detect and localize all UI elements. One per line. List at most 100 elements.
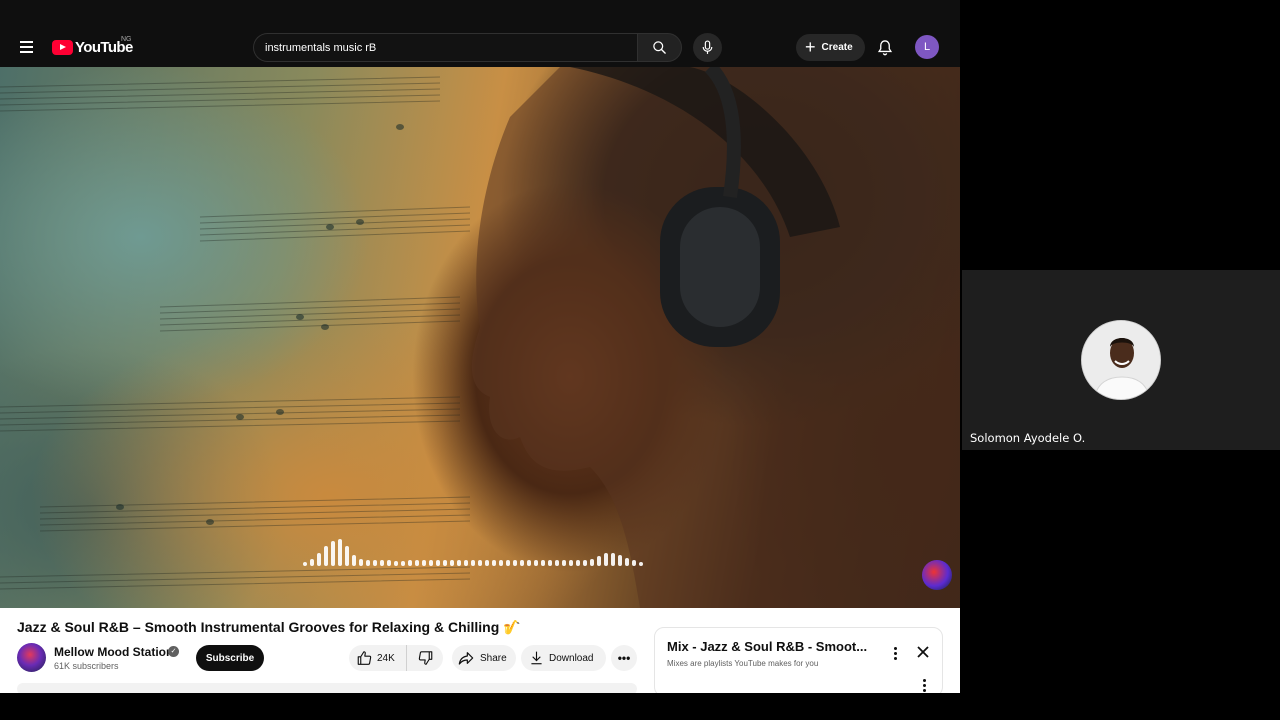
participant-name: Solomon Ayodele O. bbox=[970, 431, 1086, 445]
region-code: NG bbox=[121, 36, 132, 43]
visualizer-bar bbox=[380, 560, 384, 566]
visualizer-bar bbox=[492, 560, 496, 566]
visualizer-bar bbox=[450, 560, 454, 566]
mix-subtitle: Mixes are playlists YouTube makes for yo… bbox=[667, 659, 819, 668]
visualizer-bar bbox=[429, 560, 433, 566]
plus-icon: + bbox=[805, 36, 816, 57]
visualizer-bar bbox=[415, 560, 419, 566]
like-count: 24K bbox=[377, 652, 395, 664]
download-label: Download bbox=[549, 652, 594, 664]
visualizer-bar bbox=[471, 560, 475, 566]
participant-avatar bbox=[1081, 320, 1161, 400]
visualizer-bar bbox=[611, 553, 615, 566]
subscriber-count: 61K subscribers bbox=[54, 661, 119, 671]
visualizer-bar bbox=[352, 555, 356, 566]
visualizer-bar bbox=[513, 560, 517, 566]
visualizer-bar bbox=[408, 560, 412, 566]
visualizer-bar bbox=[569, 560, 573, 566]
visualizer-bar bbox=[443, 560, 447, 566]
visualizer-bar bbox=[625, 558, 629, 566]
thumbs-up-icon bbox=[357, 651, 372, 665]
search-button[interactable] bbox=[637, 33, 682, 62]
visualizer-bar bbox=[639, 562, 643, 566]
visualizer-bar bbox=[534, 560, 538, 566]
visualizer-bar bbox=[583, 560, 587, 566]
share-label: Share bbox=[480, 652, 507, 664]
microphone-icon bbox=[702, 40, 713, 54]
menu-icon[interactable] bbox=[12, 33, 40, 61]
create-label: Create bbox=[821, 42, 853, 53]
visualizer-bar bbox=[331, 541, 335, 566]
audio-visualizer bbox=[303, 536, 643, 566]
visualizer-bar bbox=[562, 560, 566, 566]
notifications-button[interactable] bbox=[875, 37, 895, 57]
visualizer-bar bbox=[506, 560, 510, 566]
search-box[interactable] bbox=[253, 33, 637, 62]
visualizer-bar bbox=[394, 561, 398, 566]
visualizer-bar bbox=[338, 539, 342, 566]
account-avatar[interactable]: L bbox=[915, 35, 939, 59]
visualizer-bar bbox=[387, 560, 391, 566]
visualizer-bar bbox=[485, 560, 489, 566]
mix-options-icon[interactable] bbox=[888, 644, 902, 662]
mix-title[interactable]: Mix - Jazz & Soul R&B - Smoot... bbox=[667, 639, 872, 654]
channel-watermark[interactable] bbox=[922, 560, 952, 590]
participant-photo bbox=[1082, 321, 1160, 399]
participant-tile: Solomon Ayodele O. bbox=[962, 270, 1280, 450]
channel-avatar[interactable] bbox=[17, 643, 46, 672]
visualizer-bar bbox=[422, 560, 426, 566]
visualizer-bar bbox=[632, 560, 636, 566]
visualizer-bar bbox=[324, 546, 328, 566]
like-button[interactable]: 24K bbox=[349, 645, 407, 671]
visualizer-bar bbox=[604, 553, 608, 566]
visualizer-bar bbox=[366, 560, 370, 566]
visualizer-bar bbox=[576, 560, 580, 566]
search-input[interactable] bbox=[254, 34, 637, 61]
mix-item-options-icon[interactable] bbox=[917, 676, 931, 693]
create-button[interactable]: + Create bbox=[796, 34, 865, 61]
bell-icon bbox=[877, 39, 893, 55]
share-button[interactable]: Share bbox=[452, 645, 516, 671]
video-info-panel: Jazz & Soul R&B – Smooth Instrumental Gr… bbox=[0, 608, 960, 693]
video-player[interactable] bbox=[0, 67, 960, 608]
visualizer-bar bbox=[457, 560, 461, 566]
download-button[interactable]: Download bbox=[521, 645, 606, 671]
dislike-button[interactable] bbox=[407, 645, 443, 671]
close-icon[interactable] bbox=[915, 644, 931, 660]
mix-playlist-card[interactable]: Mix - Jazz & Soul R&B - Smoot... Mixes a… bbox=[654, 627, 943, 693]
visualizer-bar bbox=[555, 560, 559, 566]
visualizer-bar bbox=[373, 560, 377, 566]
visualizer-bar bbox=[317, 553, 321, 566]
video-title: Jazz & Soul R&B – Smooth Instrumental Gr… bbox=[17, 619, 521, 635]
youtube-window: YouTube NG + Create L bbox=[0, 0, 960, 693]
subscribe-button[interactable]: Subscribe bbox=[196, 645, 264, 671]
youtube-play-icon bbox=[52, 39, 73, 55]
youtube-header: YouTube NG + Create L bbox=[0, 0, 960, 67]
artwork-figure bbox=[471, 67, 960, 608]
visualizer-bar bbox=[401, 561, 405, 566]
download-icon bbox=[531, 651, 542, 665]
visualizer-bar bbox=[520, 560, 524, 566]
description-box[interactable] bbox=[17, 683, 637, 693]
visualizer-bar bbox=[464, 560, 468, 566]
search-icon bbox=[653, 41, 666, 54]
thumbs-down-icon bbox=[418, 651, 432, 665]
visualizer-bar bbox=[499, 560, 503, 566]
voice-search-button[interactable] bbox=[693, 33, 722, 62]
visualizer-bar bbox=[541, 560, 545, 566]
verified-icon: ✓ bbox=[168, 646, 179, 657]
visualizer-bar bbox=[359, 559, 363, 566]
share-icon bbox=[458, 652, 474, 665]
like-dislike-group: 24K bbox=[349, 645, 443, 671]
visualizer-bar bbox=[436, 560, 440, 566]
visualizer-bar bbox=[527, 560, 531, 566]
visualizer-bar bbox=[478, 560, 482, 566]
visualizer-bar bbox=[618, 555, 622, 566]
visualizer-bar bbox=[310, 559, 314, 566]
channel-name[interactable]: Mellow Mood Station bbox=[54, 645, 173, 659]
more-actions-button[interactable]: ••• bbox=[611, 645, 637, 671]
visualizer-bar bbox=[345, 546, 349, 566]
visualizer-bar bbox=[548, 560, 552, 566]
visualizer-bar bbox=[590, 559, 594, 566]
visualizer-bar bbox=[303, 562, 307, 566]
